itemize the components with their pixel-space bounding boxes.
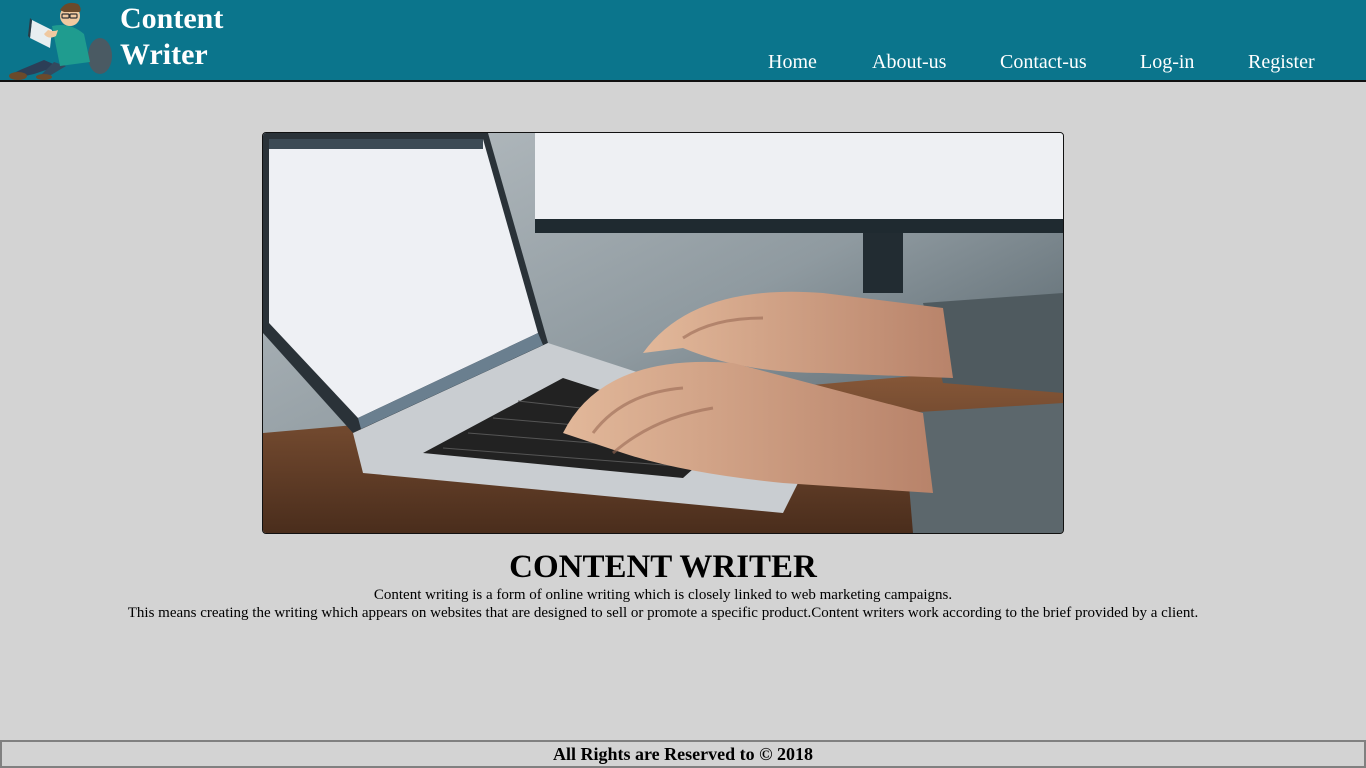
nav-about-us-link[interactable]: About-us [872,48,946,76]
description-line-1: Content writing is a form of online writ… [373,587,953,603]
hero-image-laptop-typing [262,132,1064,534]
nav-contact-us-link[interactable]: Contact-us [1000,48,1087,76]
page-title: CONTENT WRITER [509,549,817,585]
footer-copyright: All Rights are Reserved to © 2018 [0,740,1366,768]
site-header: Content Writer Home About-us Contact-us … [0,0,1366,82]
description-line-2: This means creating the writing which ap… [127,605,1199,621]
nav-home-link[interactable]: Home [768,48,817,76]
nav-register-link[interactable]: Register [1248,48,1315,76]
nav-log-in-link[interactable]: Log-in [1140,48,1194,76]
main-nav: Home About-us Contact-us Log-in Register [0,48,1366,76]
brand-line-1: Content [120,2,224,35]
